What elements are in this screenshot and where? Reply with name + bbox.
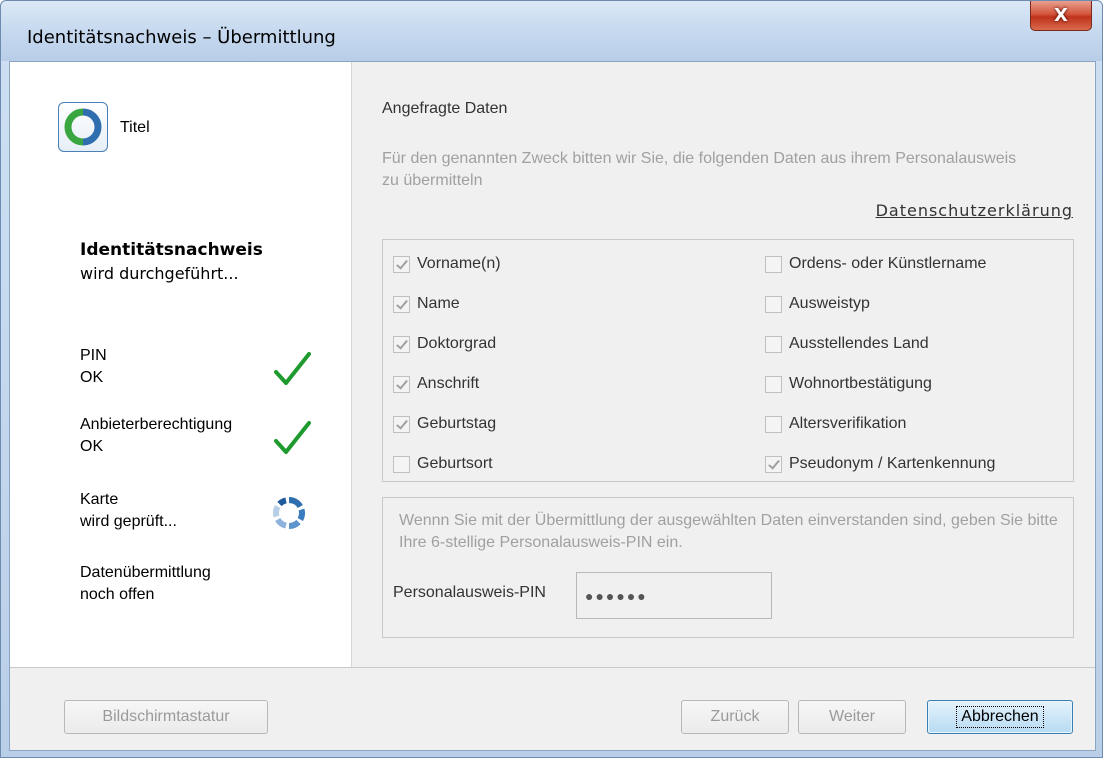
checked-checkbox-icon[interactable] bbox=[393, 335, 410, 353]
data-field-label: Anschrift bbox=[417, 375, 480, 392]
data-field-checkbox[interactable]: Ordens- oder Künstlername bbox=[765, 255, 986, 273]
data-field-label: Pseudonym / Kartenkennung bbox=[789, 455, 996, 472]
unchecked-checkbox-icon[interactable] bbox=[765, 415, 782, 433]
data-field-label: Geburtsort bbox=[417, 455, 493, 472]
data-field-label: Altersverifikation bbox=[789, 415, 907, 432]
current-step-status: wird durchgeführt... bbox=[80, 264, 239, 283]
checked-checkbox-icon[interactable] bbox=[393, 295, 410, 313]
data-field-checkbox[interactable]: Doktorgrad bbox=[393, 335, 496, 353]
logo-title: Titel bbox=[120, 119, 150, 136]
data-field-checkbox[interactable]: Wohnortbestätigung bbox=[765, 375, 932, 393]
data-field-checkbox[interactable]: Name bbox=[393, 295, 460, 313]
cancel-button[interactable]: Abbrechen bbox=[927, 700, 1073, 734]
checkmark-icon bbox=[274, 352, 311, 385]
step-label: Anbieterberechtigung bbox=[80, 416, 233, 433]
main-panel: Angefragte Daten Für den genannten Zweck… bbox=[352, 62, 1095, 667]
unchecked-checkbox-icon[interactable] bbox=[765, 255, 782, 273]
data-field-checkbox[interactable]: Altersverifikation bbox=[765, 415, 906, 433]
step-card: Karte wird geprüft... bbox=[80, 489, 177, 533]
step-status: OK bbox=[80, 438, 104, 455]
step-status: noch offen bbox=[80, 586, 155, 603]
data-field-checkbox[interactable]: Pseudonym / Kartenkennung bbox=[765, 455, 995, 473]
data-field-label: Doktorgrad bbox=[417, 335, 497, 352]
close-icon: X bbox=[1054, 5, 1068, 26]
checked-checkbox-icon[interactable] bbox=[393, 415, 410, 433]
unchecked-checkbox-icon[interactable] bbox=[765, 295, 782, 313]
step-transfer: Datenübermittlung noch offen bbox=[80, 562, 211, 606]
data-field-checkbox[interactable]: Anschrift bbox=[393, 375, 479, 393]
back-button[interactable]: Zurück bbox=[681, 700, 789, 734]
checkmark-icon bbox=[274, 421, 311, 454]
checked-checkbox-icon[interactable] bbox=[765, 455, 782, 473]
pin-instructions: Wennn Sie mit der Übermittlung der ausge… bbox=[399, 512, 1058, 551]
next-button[interactable]: Weiter bbox=[798, 700, 906, 734]
client-area: Titel Identitätsnachweis wird durchgefüh… bbox=[9, 61, 1096, 751]
pin-group: Wennn Sie mit der Übermittlung der ausge… bbox=[382, 497, 1074, 638]
data-field-checkbox[interactable]: Vorname(n) bbox=[393, 255, 501, 273]
title-bar[interactable]: Identitätsnachweis – Übermittlung X bbox=[1, 1, 1102, 61]
app-logo bbox=[58, 102, 108, 152]
data-field-label: Wohnortbestätigung bbox=[789, 375, 932, 392]
unchecked-checkbox-icon[interactable] bbox=[765, 375, 782, 393]
spinner-icon bbox=[273, 496, 305, 529]
privacy-policy-link[interactable]: Datenschutzerklärung bbox=[876, 201, 1073, 220]
checked-checkbox-icon[interactable] bbox=[393, 255, 410, 273]
data-field-checkbox[interactable]: Ausweistyp bbox=[765, 295, 870, 313]
close-button[interactable]: X bbox=[1030, 1, 1092, 31]
data-field-label: Vorname(n) bbox=[417, 255, 501, 272]
data-field-label: Ausweistyp bbox=[789, 295, 870, 312]
current-step-label: Identitätsnachweis bbox=[80, 240, 263, 260]
button-bar: Bildschirmtastatur Zurück Weiter Abbrech… bbox=[10, 667, 1095, 750]
progress-sidebar: Titel Identitätsnachweis wird durchgefüh… bbox=[10, 62, 352, 667]
dialog-window: Identitätsnachweis – Übermittlung X Tite… bbox=[0, 0, 1103, 758]
ring-logo-icon bbox=[64, 108, 102, 146]
step-label: Karte bbox=[80, 491, 119, 508]
data-field-checkbox[interactable]: Geburtstag bbox=[393, 415, 496, 433]
requested-data-group: Vorname(n) Name Doktorgrad Anschrift Geburts… bbox=[382, 239, 1074, 482]
data-field-label: Name bbox=[417, 295, 460, 312]
checked-checkbox-icon[interactable] bbox=[393, 375, 410, 393]
data-field-label: Geburtstag bbox=[417, 415, 497, 432]
step-provider: Anbieterberechtigung OK bbox=[80, 414, 232, 458]
request-description: Für den genannten Zweck bitten wir Sie, … bbox=[382, 150, 1017, 189]
step-status: wird geprüft... bbox=[80, 513, 177, 530]
unchecked-checkbox-icon[interactable] bbox=[393, 455, 410, 473]
data-field-label: Ordens- oder Künstlername bbox=[789, 255, 987, 272]
unchecked-checkbox-icon[interactable] bbox=[765, 335, 782, 353]
step-pin: PIN OK bbox=[80, 345, 107, 389]
data-field-checkbox[interactable]: Ausstellendes Land bbox=[765, 335, 929, 353]
cancel-button-label: Abbrechen bbox=[956, 706, 1044, 728]
step-status: OK bbox=[80, 369, 104, 386]
pin-label: Personalausweis-PIN bbox=[393, 584, 546, 601]
data-field-checkbox[interactable]: Geburtsort bbox=[393, 455, 493, 473]
section-title: Angefragte Daten bbox=[382, 100, 508, 117]
step-label: Datenübermittlung bbox=[80, 564, 211, 581]
step-label: PIN bbox=[80, 347, 107, 364]
data-field-label: Ausstellendes Land bbox=[789, 335, 929, 352]
window-title: Identitätsnachweis – Übermittlung bbox=[27, 27, 336, 48]
pin-input[interactable]: ●●●●●● bbox=[576, 572, 772, 619]
onscreen-keyboard-button[interactable]: Bildschirmtastatur bbox=[64, 700, 268, 734]
